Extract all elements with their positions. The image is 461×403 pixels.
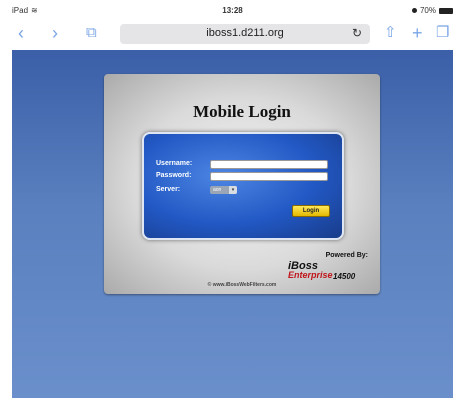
status-bar: iPad ≋ 13:28 70%	[12, 6, 453, 18]
login-button[interactable]: Login	[292, 205, 330, 217]
book-icon[interactable]: ⧉	[86, 23, 97, 43]
status-right: 70%	[411, 6, 453, 15]
page-title: Mobile Login	[193, 102, 291, 121]
login-card: Mobile Login Username: Password: Server:…	[104, 74, 380, 294]
chevron-right-icon[interactable]: ›	[52, 23, 58, 43]
username-field[interactable]	[210, 160, 328, 169]
plus-icon[interactable]: +	[412, 23, 423, 43]
battery-percent: 70%	[419, 6, 436, 15]
powered-by-label: Powered By:	[325, 252, 368, 259]
tabs-icon[interactable]: ❐	[436, 23, 449, 43]
brand-model: 14500	[333, 272, 356, 281]
reload-icon[interactable]: ↻	[352, 26, 362, 40]
url-text: iboss1.d211.org	[206, 27, 284, 39]
password-label: Password:	[156, 172, 192, 179]
login-panel: Username: Password: Server: aon ▾ Login	[142, 132, 344, 240]
password-field[interactable]	[210, 172, 328, 181]
server-value: aon	[213, 187, 222, 193]
web-content: Mobile Login Username: Password: Server:…	[12, 50, 453, 398]
lock-rotation-icon	[411, 8, 417, 13]
browser-toolbar: ‹ › ⧉ iboss1.d211.org ↻ ⇧ + ❐	[12, 20, 453, 48]
chevron-down-icon: ▾	[229, 186, 237, 194]
battery-icon	[439, 7, 453, 14]
address-bar[interactable]: iboss1.d211.org ↻	[120, 24, 370, 44]
copyright-text: © www.iBossWebFilters.com	[207, 282, 277, 288]
server-label: Server:	[156, 186, 181, 193]
status-time: 13:28	[222, 6, 243, 15]
screen: iPad ≋ 13:28 70% ‹ › ⧉ iboss1.d211.org ↻…	[0, 0, 461, 403]
brand-edition: Enterprise	[288, 270, 333, 280]
chevron-left-icon[interactable]: ‹	[18, 23, 24, 43]
share-icon[interactable]: ⇧	[384, 23, 397, 43]
server-select[interactable]: aon ▾	[210, 186, 237, 194]
username-label: Username:	[156, 160, 193, 167]
